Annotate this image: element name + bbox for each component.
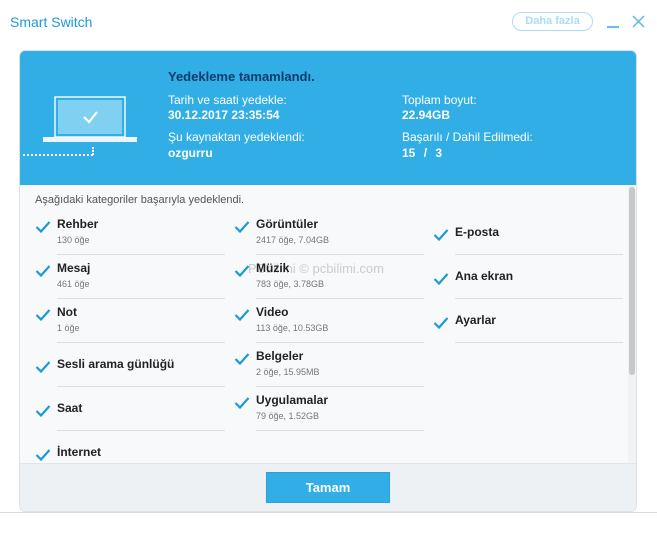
category-name: Ana ekran — [455, 269, 514, 283]
checkmark-icon — [433, 273, 449, 286]
result-separator: / — [423, 146, 428, 160]
checkmark-icon — [35, 221, 51, 234]
backup-date-value: 30.12.2017 23:35:54 — [168, 108, 280, 122]
progress-dots — [23, 154, 93, 156]
checkmark-icon — [35, 449, 51, 462]
ok-button[interactable]: Tamam — [266, 472, 390, 503]
total-size-label: Toplam boyut: — [402, 93, 477, 107]
category-name: Uygulamalar — [256, 393, 329, 407]
close-icon — [632, 15, 645, 28]
bottom-bar — [0, 512, 657, 533]
backup-date-label: Tarih ve saati yedekle: — [168, 93, 287, 107]
category-name: Müzik — [256, 261, 290, 275]
row-divider — [256, 430, 424, 431]
checkmark-icon — [234, 221, 250, 234]
category-name: Ayarlar — [455, 313, 496, 327]
checkmark-icon — [35, 265, 51, 278]
checkmark-icon — [35, 361, 51, 374]
more-button[interactable]: Daha fazla — [512, 12, 593, 31]
category-details: 79 öğe, 1.52GB — [256, 411, 320, 421]
category-item: Ayarlar — [433, 299, 623, 343]
result-counts: 15 / 3 — [402, 146, 442, 160]
category-list-subtitle: Aşağıdaki kategoriler başarıyla yedeklen… — [35, 194, 245, 206]
checkmark-icon — [234, 353, 250, 366]
checkmark-icon — [35, 309, 51, 322]
laptop-icon — [43, 96, 137, 142]
category-item: Rehber 130 öğe — [35, 211, 225, 255]
scrollbar-thumb[interactable] — [629, 187, 635, 375]
close-button[interactable] — [630, 10, 648, 32]
smart-switch-window: Smart Switch Daha fazla Yedekleme tamaml… — [0, 0, 657, 533]
checkmark-icon — [234, 309, 250, 322]
app-title: Smart Switch — [10, 14, 93, 30]
category-name: Görüntüler — [256, 217, 318, 231]
total-size-value: 22.94GB — [402, 108, 451, 122]
category-item: Saat — [35, 387, 225, 431]
category-item: İnternet — [35, 431, 225, 463]
checkmark-icon — [433, 317, 449, 330]
backup-source-value: ozgurru — [168, 146, 213, 160]
category-item: Not 1 öğe — [35, 299, 225, 343]
category-details: 2 öğe, 15.95MB — [256, 367, 320, 377]
category-details: 130 öğe — [57, 235, 90, 245]
category-item: E-posta — [433, 211, 623, 255]
result-success-count: 15 — [402, 146, 416, 160]
category-details: 783 öğe, 3.78GB — [256, 279, 325, 289]
category-details: 113 öğe, 10.53GB — [256, 323, 329, 333]
category-name: Rehber — [57, 217, 99, 231]
category-name: İnternet — [57, 445, 102, 459]
backup-summary-header: Yedekleme tamamlandı. Tarih ve saati yed… — [20, 51, 636, 185]
category-item: Sesli arama günlüğü — [35, 343, 225, 387]
progress-dots-end — [92, 147, 94, 155]
category-list: Aşağıdaki kategoriler başarıyla yedeklen… — [20, 185, 636, 463]
category-name: Mesaj — [57, 261, 91, 275]
category-details: 2417 öğe, 7.04GB — [256, 235, 330, 245]
category-item: Belgeler 2 öğe, 15.95MB — [234, 343, 424, 387]
result-label: Başarılı / Dahil Edilmedi: — [402, 130, 533, 144]
row-divider — [455, 342, 623, 343]
result-excluded-count: 3 — [435, 146, 443, 160]
checkmark-icon — [234, 265, 250, 278]
checkmark-icon — [35, 405, 51, 418]
category-item: Görüntüler 2417 öğe, 7.04GB — [234, 211, 424, 255]
category-name: Saat — [57, 401, 83, 415]
checkmark-icon — [433, 229, 449, 242]
category-details: 461 öğe — [57, 279, 90, 289]
category-item: Ana ekran — [433, 255, 623, 299]
category-name: E-posta — [455, 225, 500, 239]
category-name: Sesli arama günlüğü — [57, 357, 175, 371]
dialog-footer: Tamam — [20, 463, 636, 511]
category-details: 1 öğe — [57, 323, 80, 333]
category-item: Müzik 783 öğe, 3.78GB — [234, 255, 424, 299]
category-name: Not — [57, 305, 77, 319]
checkmark-icon — [234, 397, 250, 410]
category-item: Mesaj 461 öğe — [35, 255, 225, 299]
minimize-button[interactable] — [604, 10, 622, 32]
backup-complete-title: Yedekleme tamamlandı. — [168, 69, 315, 84]
category-name: Video — [256, 305, 289, 319]
category-name: Belgeler — [256, 349, 304, 363]
backup-result-panel: Yedekleme tamamlandı. Tarih ve saati yed… — [19, 50, 637, 512]
backup-source-label: Şu kaynaktan yedeklendi: — [168, 130, 305, 144]
category-item: Video 113 öğe, 10.53GB — [234, 299, 424, 343]
category-item: Uygulamalar 79 öğe, 1.52GB — [234, 387, 424, 431]
